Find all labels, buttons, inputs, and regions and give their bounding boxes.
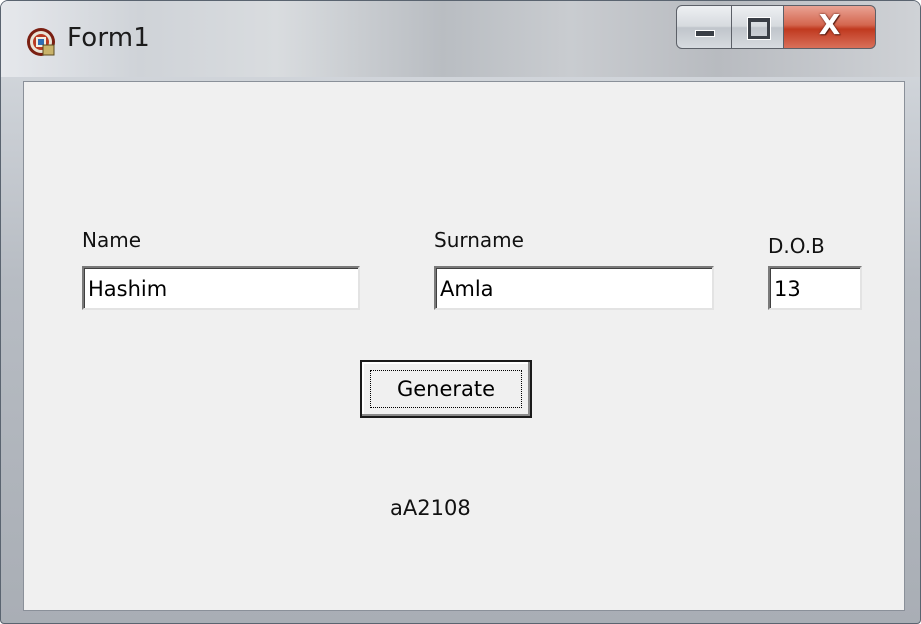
form-client-area: Name Hashim Surname Amla D.O.B 13 Genera… [23, 81, 905, 611]
dob-input[interactable]: 13 [768, 266, 862, 310]
maximize-icon [747, 17, 771, 40]
minimize-button[interactable] [676, 5, 732, 49]
name-input[interactable]: Hashim [82, 266, 360, 310]
surname-input[interactable]: Amla [434, 266, 714, 310]
surname-label: Surname [434, 228, 524, 252]
generate-button[interactable]: Generate [360, 360, 532, 418]
maximize-button[interactable] [732, 5, 784, 49]
close-icon: X [818, 8, 841, 41]
name-label: Name [82, 228, 142, 252]
result-label: aA2108 [390, 496, 471, 520]
dob-label: D.O.B [768, 234, 825, 258]
form1-window: Form1 X Name Hashim Surname Amla D.O.B 1… [0, 0, 921, 624]
generate-button-label: Generate [370, 370, 522, 408]
caption-buttons: X [676, 5, 876, 49]
close-button[interactable]: X [784, 5, 876, 49]
delphi-app-icon[interactable] [25, 26, 57, 58]
title-bar[interactable]: Form1 X [1, 1, 920, 77]
window-title: Form1 [67, 23, 151, 53]
minimize-icon [695, 30, 715, 37]
